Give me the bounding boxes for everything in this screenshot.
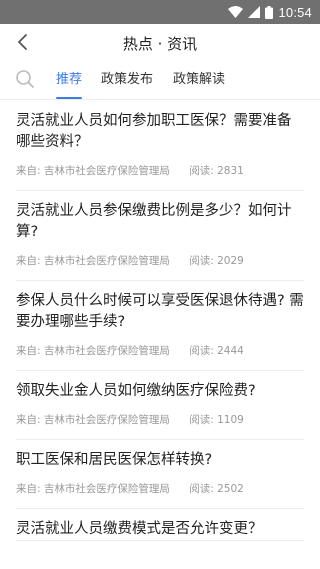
article-title: 职工医保和居民医保怎样转换?	[16, 452, 213, 468]
tab-label: 推荐	[56, 72, 83, 87]
status-icons: 10:54	[228, 4, 312, 20]
list-item[interactable]: 灵活就业人员缴费模式是否允许变更？	[16, 509, 304, 541]
battery-icon	[265, 5, 274, 19]
article-title: 领取失业金人员如何缴纳医疗保险费?	[16, 383, 256, 399]
list-item[interactable]: 灵活就业人员参保缴费比例是多少？如何计算? 来自: 吉林市社会医疗保险管理局 阅…	[16, 191, 304, 281]
status-bar: 10:54	[0, 0, 320, 24]
article-read-count: 阅读: 2029	[189, 255, 244, 267]
article-meta: 来自: 吉林市社会医疗保险管理局 阅读: 2029	[16, 243, 304, 280]
article-read-count: 阅读: 2444	[189, 345, 244, 357]
tab-label: 政策解读	[173, 72, 226, 87]
article-title: 灵活就业人员缴费模式是否允许变更？	[16, 521, 263, 537]
tab-policy-release[interactable]: 政策发布	[101, 64, 153, 100]
chevron-left-icon	[16, 33, 28, 55]
article-source: 来自: 吉林市社会医疗保险管理局	[16, 483, 170, 495]
article-meta: 来自: 吉林市社会医疗保险管理局 阅读: 2444	[16, 333, 304, 370]
search-button[interactable]	[14, 70, 36, 92]
article-title: 灵活就业人员如何参加职工医保？需要准备哪些资料？	[16, 113, 292, 150]
back-button[interactable]	[8, 30, 36, 58]
article-title: 灵活就业人员参保缴费比例是多少？如何计算?	[16, 203, 292, 240]
list-item[interactable]: 灵活就业人员如何参加职工医保？需要准备哪些资料？ 来自: 吉林市社会医疗保险管理…	[16, 101, 304, 191]
wifi-icon	[228, 6, 244, 18]
article-source: 来自: 吉林市社会医疗保险管理局	[16, 165, 170, 177]
article-read-count: 阅读: 1109	[189, 414, 244, 426]
nav-bar: 热点 · 资讯	[0, 24, 320, 64]
list-item[interactable]: 参保人员什么时候可以享受医保退休待遇? 需要办理哪些手续? 来自: 吉林市社会医…	[16, 281, 304, 371]
tab-label: 政策发布	[101, 72, 154, 87]
article-source: 来自: 吉林市社会医疗保险管理局	[16, 414, 170, 426]
article-meta: 来自: 吉林市社会医疗保险管理局 阅读: 1109	[16, 402, 304, 439]
article-source: 来自: 吉林市社会医疗保险管理局	[16, 345, 170, 357]
tab-recommend[interactable]: 推荐	[56, 64, 83, 100]
list-item[interactable]: 职工医保和居民医保怎样转换? 来自: 吉林市社会医疗保险管理局 阅读: 2502	[16, 440, 304, 509]
article-meta: 来自: 吉林市社会医疗保险管理局 阅读: 2502	[16, 471, 304, 508]
search-icon	[15, 69, 35, 93]
tab-bar: 推荐 政策发布 政策解读	[0, 64, 320, 100]
list-item[interactable]: 领取失业金人员如何缴纳医疗保险费? 来自: 吉林市社会医疗保险管理局 阅读: 1…	[16, 371, 304, 440]
article-source: 来自: 吉林市社会医疗保险管理局	[16, 255, 170, 267]
article-title: 参保人员什么时候可以享受医保退休待遇? 需要办理哪些手续?	[16, 293, 304, 330]
active-tab-indicator	[56, 97, 83, 99]
article-list: 灵活就业人员如何参加职工医保？需要准备哪些资料？ 来自: 吉林市社会医疗保险管理…	[0, 101, 320, 541]
article-meta: 来自: 吉林市社会医疗保险管理局 阅读: 2831	[16, 153, 304, 190]
tab-policy-interpretation[interactable]: 政策解读	[173, 64, 225, 100]
status-time: 10:54	[278, 4, 312, 20]
signal-icon	[248, 6, 261, 18]
page-title: 热点 · 资讯	[122, 35, 198, 53]
article-read-count: 阅读: 2502	[189, 483, 244, 495]
article-read-count: 阅读: 2831	[189, 165, 244, 177]
